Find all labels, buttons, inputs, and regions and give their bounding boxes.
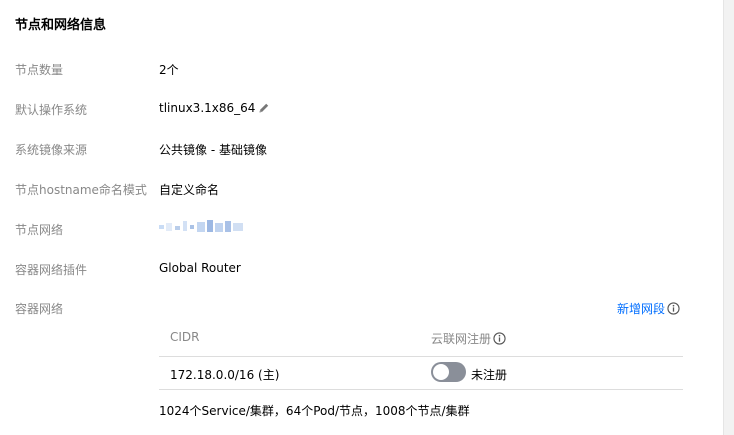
node-count-text: 2个	[159, 63, 179, 77]
network-plugin-label: 容器网络插件	[15, 263, 88, 277]
default-os-label: 默认操作系统	[15, 103, 88, 117]
cidr-header-label: CIDR	[170, 330, 200, 344]
hostname-mode-label: 节点hostname命名模式	[15, 183, 147, 197]
section-title: 节点和网络信息	[15, 18, 107, 33]
node-network-label: 节点网络	[15, 223, 64, 237]
registration-status: 未注册	[471, 368, 508, 382]
pencil-icon[interactable]	[258, 102, 270, 114]
toggle-knob	[433, 364, 449, 380]
cidr-cell: 172.18.0.0/16 (主)	[170, 368, 280, 382]
network-plugin-value: Global Router	[159, 261, 241, 275]
container-network-label: 容器网络	[15, 302, 64, 316]
hostname-mode-text: 自定义命名	[159, 183, 220, 197]
node-count-value: 2个	[159, 61, 179, 78]
column-header-ccn-registration: 云联网注册	[431, 330, 506, 347]
node-count-label: 节点数量	[15, 63, 64, 77]
capacity-footnote: 1024个Service/集群，64个Pod/节点，1008个节点/集群	[159, 404, 470, 418]
node-network-redacted-value	[159, 220, 245, 234]
image-source-text: 公共镜像 - 基础镜像	[159, 143, 267, 157]
ccn-register-toggle[interactable]	[431, 362, 466, 382]
add-segment-link[interactable]: 新增网段	[617, 300, 680, 317]
table-header-divider	[159, 356, 683, 357]
image-source-label: 系统镜像来源	[15, 143, 88, 157]
default-os-text: tlinux3.1x86_64	[159, 101, 256, 115]
default-os-value: tlinux3.1x86_64	[159, 101, 270, 115]
network-plugin-text: Global Router	[159, 261, 241, 275]
add-segment-label: 新增网段	[617, 302, 666, 316]
ccn-header-label: 云联网注册	[431, 332, 492, 346]
hostname-mode-value: 自定义命名	[159, 181, 219, 198]
column-header-cidr: CIDR	[170, 330, 200, 344]
info-circle-icon	[667, 302, 680, 315]
table-row-divider	[159, 389, 683, 390]
scrollbar-track[interactable]	[724, 0, 734, 435]
info-circle-icon	[493, 332, 506, 345]
node-network-panel: 节点和网络信息 节点数量 2个 默认操作系统 tlinux3.1x86_64 系…	[0, 0, 724, 435]
image-source-value: 公共镜像 - 基础镜像	[159, 141, 267, 158]
